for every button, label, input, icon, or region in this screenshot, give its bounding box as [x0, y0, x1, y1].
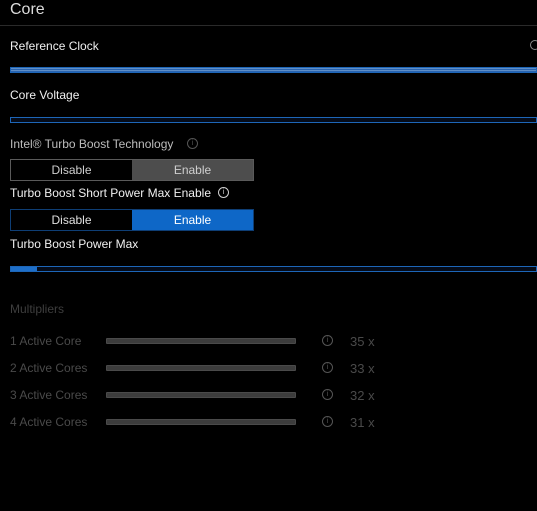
info-icon[interactable]: i: [322, 389, 333, 400]
turbo-boost-power-max-label: Turbo Boost Power Max: [10, 237, 139, 251]
multiplier-row-label: 1 Active Core: [10, 334, 82, 348]
short-power-max-enable-label: Turbo Boost Short Power Max Enable: [10, 186, 211, 200]
multiplier-row-slider[interactable]: [106, 392, 296, 398]
short-power-max-toggle[interactable]: Disable Enable: [10, 209, 254, 231]
turbo-boost-toggle[interactable]: Disable Enable: [10, 159, 254, 181]
multiplier-row-value: 31 x: [350, 415, 375, 430]
turbo-boost-power-max-slider[interactable]: [10, 266, 537, 272]
turbo-boost-disable-option[interactable]: Disable: [11, 160, 132, 180]
multiplier-row-value: 35 x: [350, 334, 375, 349]
short-power-max-enable-option[interactable]: Enable: [132, 210, 253, 230]
info-icon[interactable]: i: [187, 138, 198, 149]
core-voltage-label: Core Voltage: [10, 88, 80, 102]
multipliers-heading: Multipliers: [10, 302, 65, 316]
multiplier-row-label: 2 Active Cores: [10, 361, 88, 375]
multiplier-row-value: 33 x: [350, 361, 375, 376]
reference-clock-slider[interactable]: [10, 67, 537, 73]
section-divider: [0, 25, 537, 26]
multiplier-row-slider[interactable]: [106, 338, 296, 344]
multiplier-row-label: 4 Active Cores: [10, 415, 88, 429]
turbo-boost-power-max-slider-fill: [11, 267, 38, 271]
info-icon[interactable]: i: [322, 416, 333, 427]
reference-clock-info-icon[interactable]: [530, 40, 537, 50]
turbo-boost-enable-option[interactable]: Enable: [132, 160, 253, 180]
multiplier-row-value: 32 x: [350, 388, 375, 403]
multiplier-row-slider[interactable]: [106, 419, 296, 425]
multiplier-row-slider[interactable]: [106, 365, 296, 371]
info-icon[interactable]: i: [322, 335, 333, 346]
section-title: Core: [10, 1, 45, 18]
turbo-boost-label: Intel® Turbo Boost Technology: [10, 137, 174, 151]
reference-clock-label: Reference Clock: [10, 39, 99, 53]
core-voltage-slider[interactable]: [10, 117, 537, 123]
info-icon[interactable]: i: [218, 187, 229, 198]
info-icon[interactable]: i: [322, 362, 333, 373]
reference-clock-slider-fill: [11, 68, 536, 72]
multiplier-row-label: 3 Active Cores: [10, 388, 88, 402]
short-power-max-disable-option[interactable]: Disable: [11, 210, 132, 230]
